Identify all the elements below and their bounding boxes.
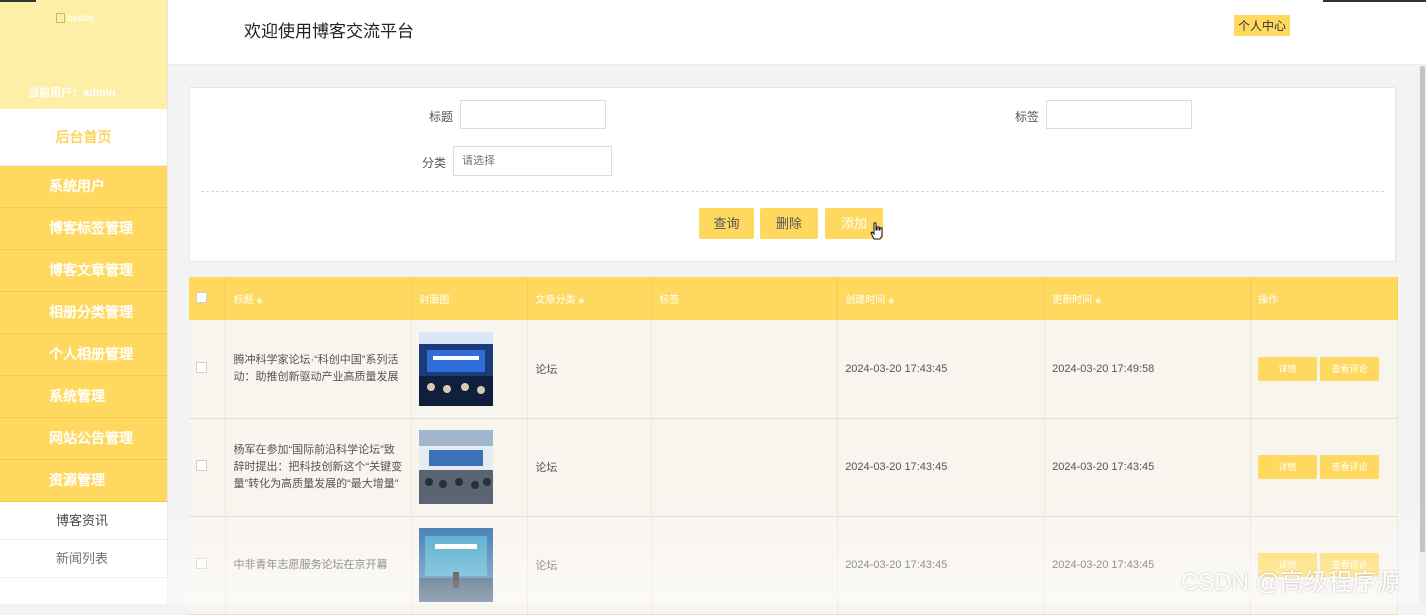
row-created: 2024-03-20 17:43:45 [837, 320, 1046, 419]
sort-icon[interactable]: ◆ [1095, 296, 1101, 305]
view-comments-button[interactable]: 查看评论 [1320, 356, 1379, 381]
row-cover [411, 516, 529, 615]
broken-image-icon [56, 13, 65, 24]
vertical-scrollbar-thumb[interactable] [1420, 66, 1425, 552]
row-category: 论坛 [527, 418, 653, 517]
sort-icon[interactable]: ◆ [888, 296, 894, 305]
header-updated[interactable]: 更新时间 ◆ [1044, 277, 1251, 320]
row-actions: 详情 查看评论 [1250, 320, 1398, 419]
delete-button[interactable]: 删除 [760, 208, 818, 239]
header-tag: 标签 [651, 277, 839, 320]
sidebar-header: avatar 当前用户：admin [0, 0, 167, 109]
row-checkbox[interactable] [196, 460, 207, 471]
row-updated: 2024-03-20 17:43:45 [1044, 418, 1251, 517]
row-tag [651, 320, 839, 419]
category-select[interactable] [453, 146, 612, 176]
row-cover [411, 418, 529, 517]
select-all-checkbox[interactable] [196, 291, 207, 303]
row-title: 杨军在参加“国际前沿科学论坛”致辞时提出：把科技创新这个“关键变量”转化为高质量… [225, 418, 413, 517]
category-label: 分类 [422, 156, 447, 170]
sidebar-item-personal-albums[interactable]: 个人相册管理 [0, 334, 167, 376]
table-row: 腾冲科学家论坛·“科创中国”系列活动：助推创新驱动产业高质量发展 论坛 2024… [189, 320, 1398, 419]
header-cover: 封面图 [411, 277, 529, 320]
sidebar-subitem-news-list[interactable]: 新闻列表 [0, 540, 167, 578]
cover-image [419, 331, 494, 406]
tag-label: 标签 [1015, 110, 1040, 124]
sidebar-item-album-categories[interactable]: 相册分类管理 [0, 292, 167, 334]
sidebar: avatar 当前用户：admin 后台首页 系统用户 博客标签管理 博客文章管… [0, 0, 168, 604]
detail-button[interactable]: 详情 [1258, 356, 1317, 381]
current-user-label: 当前用户：admin [28, 87, 116, 99]
row-title: 腾冲科学家论坛·“科创中国”系列活动：助推创新驱动产业高质量发展 [225, 320, 413, 419]
sidebar-subitem-blog-news[interactable]: 博客资讯 [0, 502, 167, 540]
header-category[interactable]: 文章分类 ◆ [527, 277, 653, 320]
header-created[interactable]: 创建时间 ◆ [837, 277, 1046, 320]
tag-input[interactable] [1046, 100, 1192, 129]
sort-icon[interactable]: ◆ [256, 296, 262, 305]
top-bar: 欢迎使用博客交流平台 个人中心 [168, 0, 1426, 65]
sidebar-item-blog-tags[interactable]: 博客标签管理 [0, 208, 167, 250]
header-title[interactable]: 标题 ◆ [225, 277, 413, 320]
header-updated-label: 更新时间 [1052, 295, 1093, 306]
row-created: 2024-03-20 17:43:45 [837, 516, 1046, 615]
row-updated: 2024-03-20 17:49:58 [1044, 320, 1251, 419]
header-select-all[interactable] [189, 277, 227, 320]
window-edge-line [1323, 0, 1426, 2]
divider [201, 191, 1384, 192]
row-checkbox[interactable] [196, 361, 207, 373]
sort-icon[interactable]: ◆ [578, 296, 584, 305]
detail-button[interactable]: 详情 [1258, 455, 1317, 479]
title-input[interactable] [460, 100, 606, 129]
cover-image [419, 430, 494, 504]
view-comments-button[interactable]: 查看评论 [1320, 455, 1379, 479]
row-tag [651, 516, 839, 615]
row-tag [651, 418, 839, 517]
sidebar-item-blog-articles[interactable]: 博客文章管理 [0, 250, 167, 292]
header-category-label: 文章分类 [535, 295, 576, 306]
row-category: 论坛 [527, 320, 653, 419]
row-select-cell[interactable] [189, 516, 227, 615]
row-select-cell[interactable] [189, 418, 227, 517]
site-title: 欢迎使用博客交流平台 [244, 22, 414, 41]
row-checkbox[interactable] [196, 558, 207, 569]
query-button[interactable]: 查询 [699, 208, 754, 239]
avatar-alt-text: avatar [67, 13, 95, 24]
table-row: 杨军在参加“国际前沿科学论坛”致辞时提出：把科技创新这个“关键变量”转化为高质量… [189, 418, 1398, 517]
hand-cursor-icon [870, 222, 883, 240]
header-actions: 操作 [1250, 277, 1398, 320]
row-category: 论坛 [527, 516, 653, 615]
sidebar-item-system-users[interactable]: 系统用户 [0, 166, 167, 208]
header-created-label: 创建时间 [845, 295, 886, 306]
row-actions: 详情 查看评论 [1250, 418, 1398, 517]
profile-button[interactable]: 个人中心 [1234, 15, 1291, 36]
cover-image [419, 528, 494, 602]
sidebar-item-announcements[interactable]: 网站公告管理 [0, 418, 167, 460]
row-cover [411, 320, 529, 419]
search-panel: 标题 标签 分类 查询 删除 添加 [189, 87, 1396, 262]
row-created: 2024-03-20 17:43:45 [837, 418, 1046, 517]
sidebar-item-resources[interactable]: 资源管理 [0, 460, 167, 502]
title-label: 标题 [429, 110, 454, 124]
window-edge-line [0, 0, 36, 2]
avatar: avatar [56, 13, 95, 24]
sidebar-item-system-management[interactable]: 系统管理 [0, 376, 167, 418]
watermark: CSDN @高级程序源 [1181, 569, 1401, 596]
row-title: 中非青年志愿服务论坛在京开幕 [225, 516, 413, 615]
header-title-label: 标题 [233, 295, 254, 306]
table-header-row: 标题 ◆ 封面图 文章分类 ◆ 标签 创建时间 ◆ 更新时间 ◆ 操作 [189, 277, 1398, 320]
row-select-cell[interactable] [189, 320, 227, 419]
sidebar-item-home[interactable]: 后台首页 [0, 109, 167, 166]
